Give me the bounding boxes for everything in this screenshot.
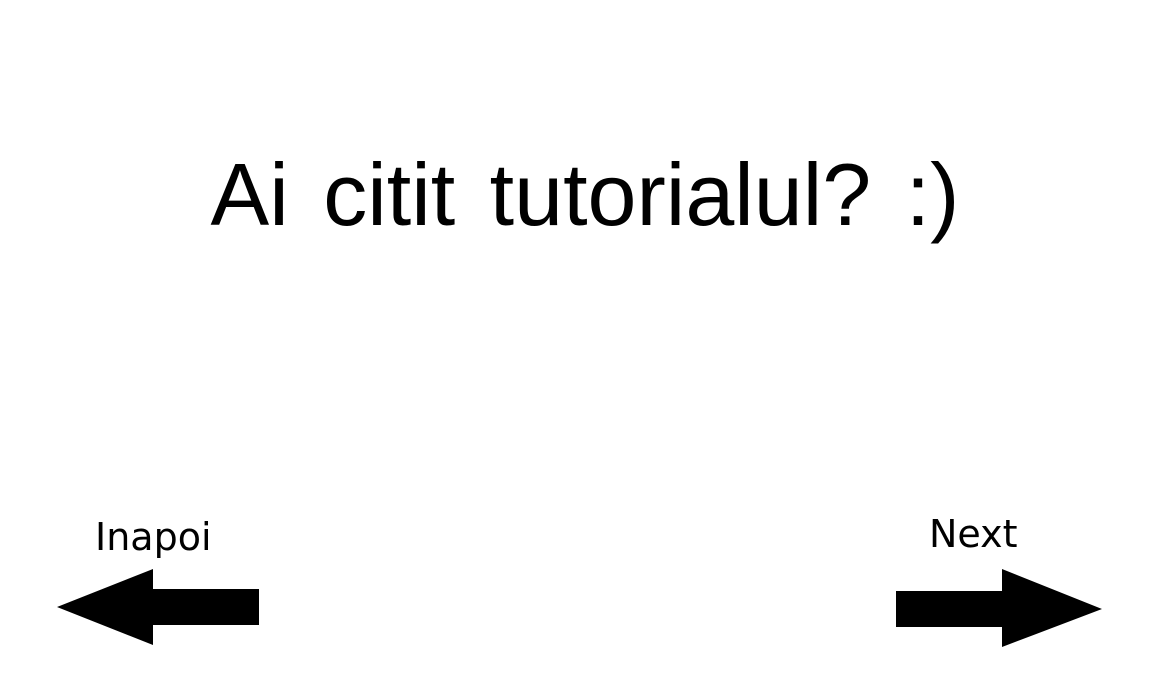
back-button-label: Inapoi (95, 515, 212, 559)
arrow-right-icon (896, 569, 1102, 647)
next-button-label: Next (929, 512, 1018, 556)
back-button[interactable]: Inapoi (55, 505, 265, 655)
arrow-left-icon (57, 569, 259, 645)
tutorial-screen: Ai citit tutorialul? :) Inapoi Next (0, 0, 1150, 700)
page-title: Ai citit tutorialul? :) (210, 145, 960, 244)
next-button[interactable]: Next (892, 505, 1107, 655)
